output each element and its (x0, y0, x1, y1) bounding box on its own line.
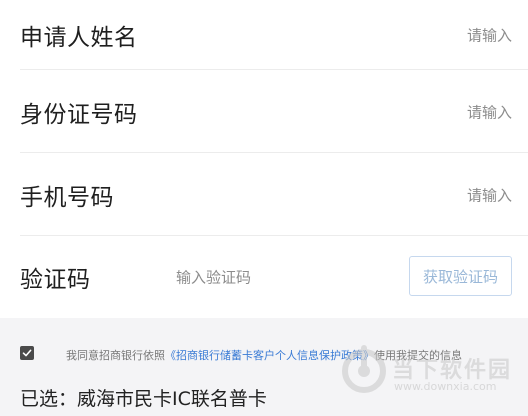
applicant-name-label: 申请人姓名 (20, 25, 138, 51)
phone-label: 手机号码 (20, 184, 114, 211)
application-form: 申请人姓名 请输入 身份证号码 请输入 手机号码 请输入 验证码 输入验证码 获… (0, 0, 528, 318)
id-number-input[interactable]: 请输入 (467, 101, 512, 122)
verification-code-input[interactable]: 输入验证码 (176, 267, 251, 288)
watermark: 当下软件园 www.downxia.com (340, 342, 520, 402)
applicant-name-input[interactable]: 请输入 (467, 25, 512, 46)
get-verification-code-button[interactable]: 获取验证码 (409, 256, 512, 296)
id-number-row: 身份证号码 请输入 (0, 70, 528, 153)
checkmark-icon (22, 349, 32, 357)
verification-label: 验证码 (20, 267, 91, 293)
agreement-prefix: 我同意招商银行依照 (66, 349, 165, 362)
applicant-name-row: 申请人姓名 请输入 (0, 0, 528, 70)
watermark-url: www.downxia.com (394, 380, 497, 393)
downxia-logo-icon (342, 345, 386, 393)
phone-row: 手机号码 请输入 (0, 153, 528, 236)
selected-card-text: 已选：威海市民卡IC联名普卡 (20, 388, 267, 410)
id-number-label: 身份证号码 (20, 101, 138, 128)
phone-input[interactable]: 请输入 (467, 184, 512, 205)
verification-row: 验证码 输入验证码 获取验证码 (0, 236, 528, 318)
agreement-checkbox[interactable] (20, 346, 34, 360)
